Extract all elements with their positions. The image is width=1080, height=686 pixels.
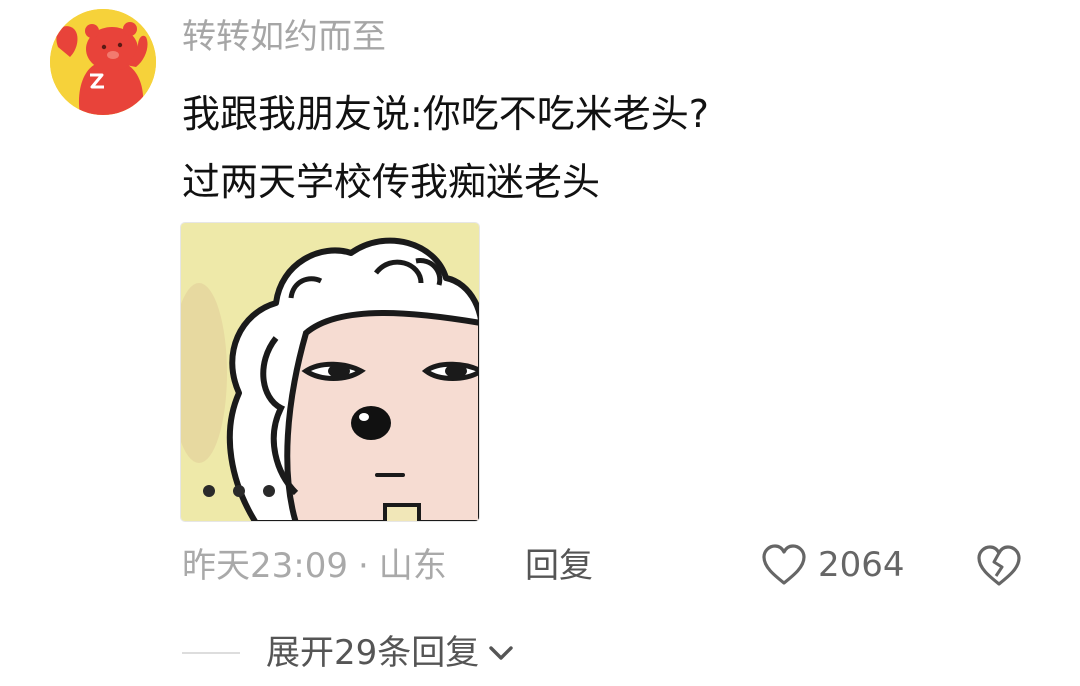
comment-location: 山东 — [378, 546, 447, 586]
expand-replies-button[interactable]: 展开29条回复 — [266, 630, 515, 676]
comment-line: 过两天学校传我痴迷老头 — [182, 160, 601, 204]
divider-line — [182, 652, 240, 654]
like-count: 2064 — [818, 545, 905, 585]
avatar[interactable] — [50, 9, 156, 115]
broken-heart-icon — [977, 545, 1021, 586]
heart-outline-icon — [762, 544, 806, 585]
comment-time: 昨天23:09 — [182, 546, 348, 586]
expand-replies-label: 展开29条回复 — [266, 633, 480, 673]
username[interactable]: 转转如约而至 — [182, 14, 386, 60]
expand-replies-row: 展开29条回复 — [182, 630, 515, 676]
chevron-down-icon — [489, 646, 513, 660]
beaver-avatar-icon — [50, 9, 156, 115]
comment-line: 我跟我朋友说:你吃不吃米老头? — [182, 92, 709, 136]
meta-separator: · — [357, 546, 369, 586]
dislike-button[interactable] — [975, 542, 1023, 590]
sticker-image[interactable] — [180, 222, 480, 522]
sheep-face-sticker — [181, 223, 479, 521]
comment-text: 我跟我朋友说:你吃不吃米老头? 过两天学校传我痴迷老头 — [182, 80, 1042, 216]
comment-card: 转转如约而至 我跟我朋友说:你吃不吃米老头? 过两天学校传我痴迷老头 昨天23:… — [0, 0, 1080, 686]
reply-button[interactable]: 回复 — [525, 543, 593, 589]
like-button[interactable]: 2064 — [760, 540, 905, 590]
comment-meta: 昨天23:09 · 山东 — [182, 543, 447, 589]
